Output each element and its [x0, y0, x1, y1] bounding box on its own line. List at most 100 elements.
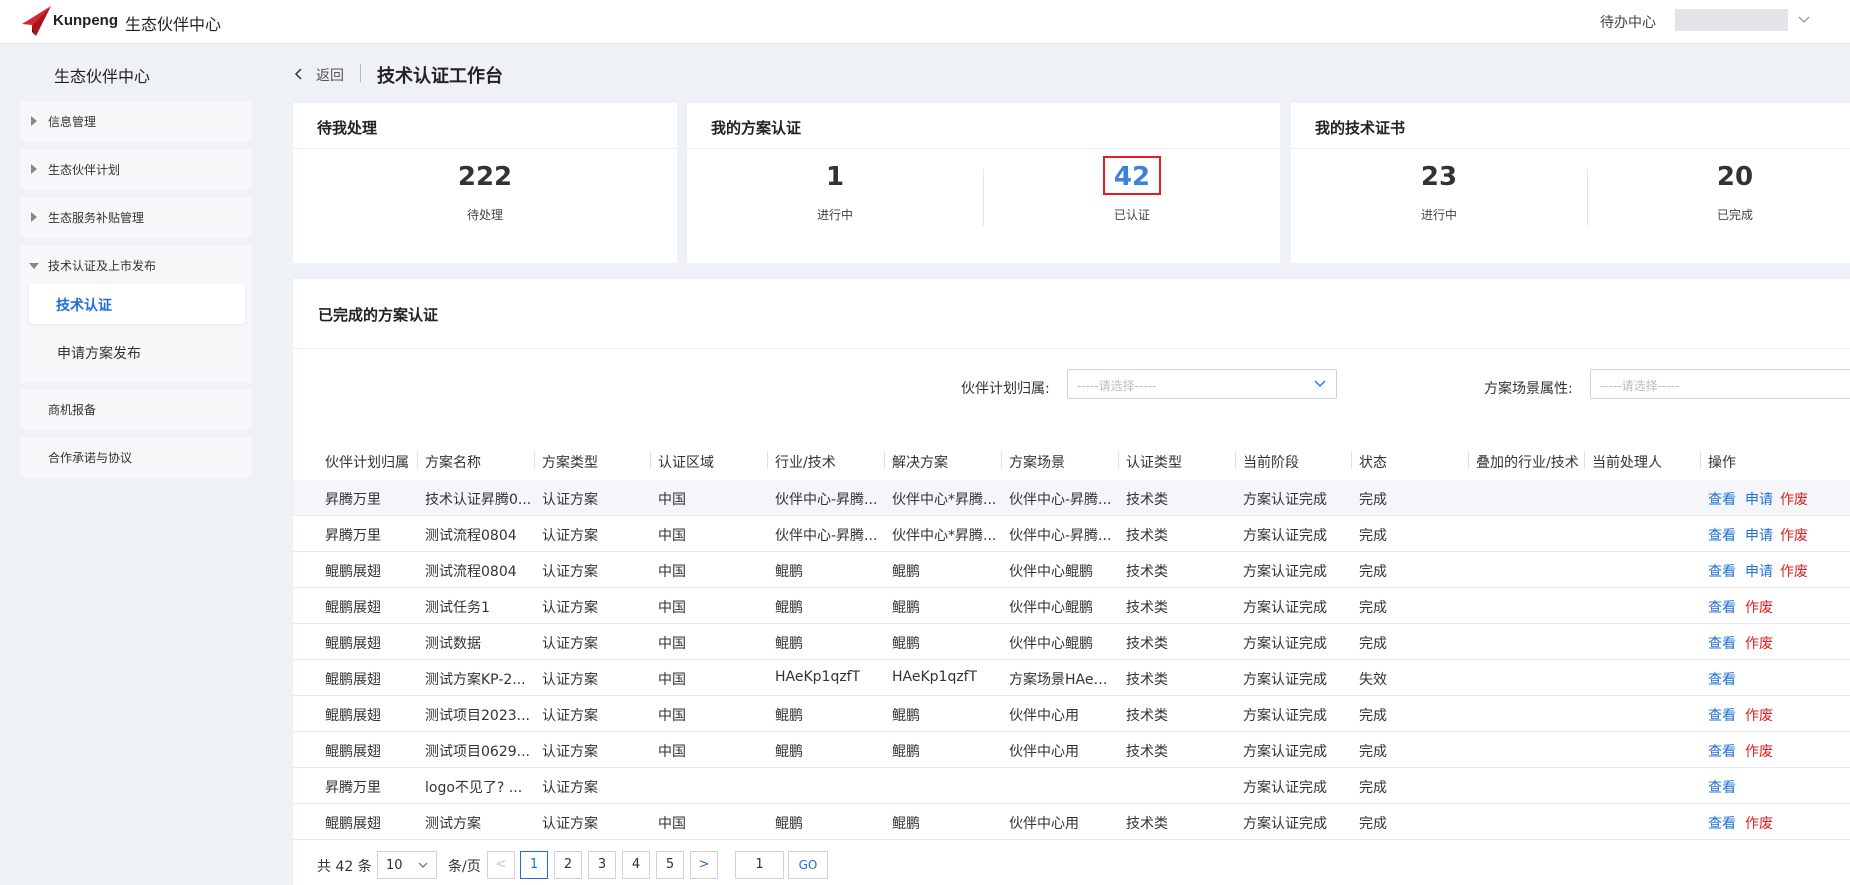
cell-solution-type: 认证方案	[542, 528, 598, 544]
view-link[interactable]: 查看	[1708, 669, 1736, 689]
table-row[interactable]: 昇腾万里 测试流程0804 认证方案 中国 伙伴中心-昇腾... 伙伴中心*昇腾... 伙伴…	[293, 516, 1850, 552]
sidebar-item-opportunity-report[interactable]: 商机报备	[20, 389, 252, 430]
page-button-2[interactable]: 2	[554, 851, 582, 879]
cell-solution: 伙伴中心*昇腾...	[892, 528, 997, 544]
void-link[interactable]: 作废	[1780, 489, 1808, 509]
cell-partner-plan: 鲲鹏展翅	[325, 672, 381, 688]
chevron-left-icon[interactable]	[293, 67, 305, 81]
sidebar-item-apply-release[interactable]: 申请方案发布	[57, 343, 141, 363]
view-link[interactable]: 查看	[1708, 489, 1736, 509]
cell-cert-type: 技术类	[1126, 564, 1168, 580]
stat-value-in-progress[interactable]: 1	[755, 162, 915, 192]
cell-status: 完成	[1359, 600, 1387, 616]
page-size-select[interactable]: 10	[377, 851, 437, 879]
top-bar: Kunpeng 生态伙伴中心 待办中心	[0, 0, 1850, 44]
void-link[interactable]: 作废	[1745, 813, 1773, 833]
void-link[interactable]: 作废	[1745, 705, 1773, 725]
cell-solution-name: 测试方案KP-2...	[425, 672, 526, 688]
table-row[interactable]: 昇腾万里 技术认证昇腾0... 认证方案 中国 伙伴中心-昇腾... 伙伴中心*昇腾...…	[293, 480, 1850, 516]
prev-page-button[interactable]: <	[487, 851, 515, 879]
card-title: 我的技术证书	[1315, 119, 1406, 137]
void-link[interactable]: 作废	[1745, 633, 1773, 653]
card-my-tech-cert: 我的技术证书 23 进行中 20 已完成	[1291, 103, 1850, 263]
cell-status: 失效	[1359, 672, 1387, 688]
cell-scenario: 伙伴中心用	[1009, 744, 1079, 760]
page-jump-input[interactable]: 1	[735, 851, 784, 879]
stat-value-in-progress[interactable]: 23	[1359, 162, 1519, 192]
app-title[interactable]: 生态伙伴中心	[125, 11, 221, 35]
partner-plan-select[interactable]: -----请选择-----	[1067, 369, 1337, 399]
void-link[interactable]: 作废	[1745, 597, 1773, 617]
column-divider	[767, 452, 768, 468]
panel-divider	[293, 348, 1850, 349]
cell-cert-type: 技术类	[1126, 636, 1168, 652]
cell-cert-region: 中国	[658, 492, 686, 508]
column-header-overlay-industry: 叠加的行业/技术	[1476, 455, 1579, 471]
cell-solution-type: 认证方案	[542, 780, 598, 796]
sidebar-item-service-subsidy[interactable]: 生态服务补贴管理	[20, 197, 252, 238]
cell-solution: 鲲鹏	[892, 564, 920, 580]
table-row[interactable]: 昇腾万里 logo不见了? ... 认证方案 方案认证完成 完成 查看	[293, 768, 1850, 804]
back-link[interactable]: 返回	[316, 65, 344, 85]
cell-industry-tech: 鲲鹏	[775, 816, 803, 832]
sidebar-item-label: 生态服务补贴管理	[48, 211, 145, 225]
apply-link[interactable]: 申请	[1745, 489, 1773, 509]
page-button-3[interactable]: 3	[588, 851, 616, 879]
sidebar-item-tech-certification[interactable]: 技术认证	[29, 284, 245, 324]
view-link[interactable]: 查看	[1708, 597, 1736, 617]
page-button-1[interactable]: 1	[520, 851, 548, 879]
stat-value-completed[interactable]: 20	[1655, 162, 1815, 192]
sidebar-group-label[interactable]: 技术认证及上市发布	[48, 257, 156, 274]
void-link[interactable]: 作废	[1780, 525, 1808, 545]
caret-down-icon[interactable]	[29, 263, 39, 269]
sidebar-item-info-management[interactable]: 信息管理	[20, 101, 252, 142]
view-link[interactable]: 查看	[1708, 777, 1736, 797]
table-row[interactable]: 鲲鹏展翅 测试数据 认证方案 中国 鲲鹏 鲲鹏 伙伴中心鲲鹏 技术类 方案认证完成 完成 查看 作废	[293, 624, 1850, 660]
sidebar-item-partner-plan[interactable]: 生态伙伴计划	[20, 149, 252, 190]
chevron-down-icon[interactable]	[1797, 12, 1811, 26]
table-row[interactable]: 鲲鹏展翅 测试流程0804 认证方案 中国 鲲鹏 鲲鹏 伙伴中心鲲鹏 技术类 方案认证完成 完成 查…	[293, 552, 1850, 588]
stat-value-pending[interactable]: 222	[405, 162, 565, 192]
void-link[interactable]: 作废	[1780, 561, 1808, 581]
cell-industry-tech: 鲲鹏	[775, 636, 803, 652]
sidebar-item-cooperation-agreement[interactable]: 合作承诺与协议	[20, 437, 252, 478]
cell-cert-type: 技术类	[1126, 708, 1168, 724]
apply-link[interactable]: 申请	[1745, 561, 1773, 581]
table-row[interactable]: 鲲鹏展翅 测试方案 认证方案 中国 鲲鹏 鲲鹏 伙伴中心用 技术类 方案认证完成 完成 查看 作废	[293, 804, 1850, 840]
cell-partner-plan: 昇腾万里	[325, 492, 381, 508]
cell-scenario: 伙伴中心鲲鹏	[1009, 636, 1093, 652]
apply-link[interactable]: 申请	[1745, 525, 1773, 545]
page-title: 技术认证工作台	[377, 66, 503, 87]
table-row[interactable]: 鲲鹏展翅 测试任务1 认证方案 中国 鲲鹏 鲲鹏 伙伴中心鲲鹏 技术类 方案认证完成 完成 查看 作废	[293, 588, 1850, 624]
table-row[interactable]: 鲲鹏展翅 测试方案KP-2... 认证方案 中国 HAeKp1qzfT HAeKp1qzf…	[293, 660, 1850, 696]
cell-current-stage: 方案认证完成	[1243, 528, 1327, 544]
view-link[interactable]: 查看	[1708, 813, 1736, 833]
column-header-solution-type: 方案类型	[542, 455, 598, 471]
view-link[interactable]: 查看	[1708, 741, 1736, 761]
void-link[interactable]: 作废	[1745, 741, 1773, 761]
sidebar-group-tech-certification: 技术认证及上市发布 技术认证 申请方案发布	[20, 245, 252, 383]
view-link[interactable]: 查看	[1708, 561, 1736, 581]
todo-center-link[interactable]: 待办中心	[1600, 12, 1656, 32]
cell-cert-region: 中国	[658, 636, 686, 652]
view-link[interactable]: 查看	[1708, 633, 1736, 653]
page-button-5[interactable]: 5	[656, 851, 684, 879]
go-button[interactable]: GO	[788, 851, 828, 879]
kunpeng-logo-icon[interactable]	[20, 4, 52, 38]
table-row[interactable]: 鲲鹏展翅 测试项目2023... 认证方案 中国 鲲鹏 鲲鹏 伙伴中心用 技术类 方案认证完成 完…	[293, 696, 1850, 732]
next-page-button[interactable]: >	[690, 851, 718, 879]
user-account-avatar[interactable]	[1675, 9, 1788, 31]
per-page-label: 条/页	[448, 859, 481, 875]
cell-scenario: 伙伴中心鲲鹏	[1009, 564, 1093, 580]
select-placeholder: -----请选择-----	[1600, 379, 1680, 393]
cell-partner-plan: 鲲鹏展翅	[325, 564, 381, 580]
column-divider	[1118, 452, 1119, 468]
view-link[interactable]: 查看	[1708, 705, 1736, 725]
column-divider	[1468, 452, 1469, 468]
scenario-select[interactable]: -----请选择-----	[1590, 369, 1850, 399]
view-link[interactable]: 查看	[1708, 525, 1736, 545]
page-button-4[interactable]: 4	[622, 851, 650, 879]
logo-text[interactable]: Kunpeng	[53, 12, 118, 29]
cell-status: 完成	[1359, 636, 1387, 652]
table-row[interactable]: 鲲鹏展翅 测试项目0629... 认证方案 中国 鲲鹏 鲲鹏 伙伴中心用 技术类 方案认证完成 完…	[293, 732, 1850, 768]
